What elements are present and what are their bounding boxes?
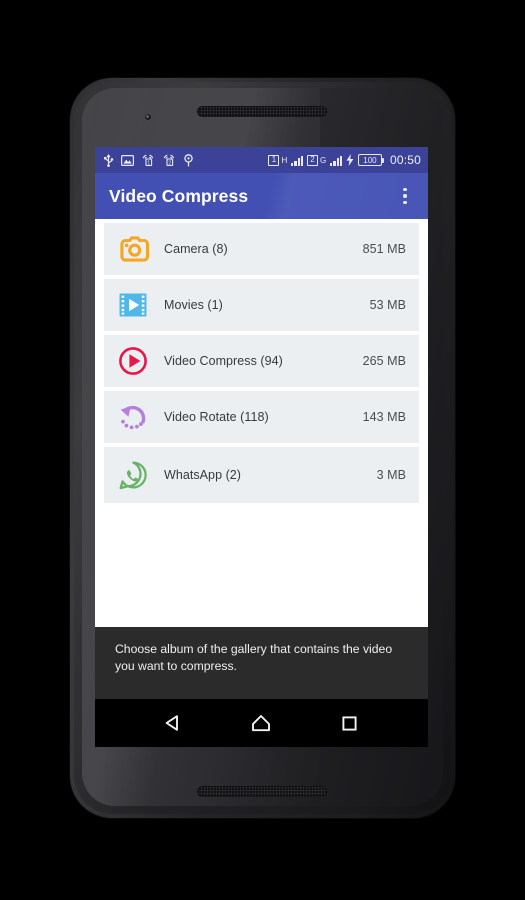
play-circle-icon xyxy=(111,339,155,383)
home-icon xyxy=(252,715,271,732)
recents-button[interactable] xyxy=(327,700,373,746)
hint-bar: Choose album of the gallery that contain… xyxy=(95,627,428,699)
status-bar-right-icons: 1 H 2 G 100 00:50 xyxy=(268,153,421,167)
album-list: Camera (8) 851 MB Movies (1) 53 MB Video… xyxy=(95,219,428,503)
whatsapp-icon xyxy=(111,453,155,497)
overflow-dot-icon xyxy=(403,194,407,198)
list-item[interactable]: Video Rotate (118) 143 MB xyxy=(104,391,419,447)
front-camera-icon xyxy=(144,113,152,121)
album-name: Video Rotate (118) xyxy=(164,410,269,424)
status-bar-clock: 00:50 xyxy=(389,153,421,167)
album-size: 265 MB xyxy=(362,354,406,368)
sim1-badge: 1 xyxy=(268,154,280,166)
hint-text: Choose album of the gallery that contain… xyxy=(115,642,393,674)
app-bar: Video Compress xyxy=(95,173,428,219)
list-item[interactable]: Video Compress (94) 265 MB xyxy=(104,335,419,391)
camera-icon xyxy=(111,227,155,271)
overflow-dot-icon xyxy=(403,187,407,192)
svg-text:2: 2 xyxy=(168,161,171,166)
album-size: 851 MB xyxy=(362,242,406,256)
sim2-signal-icon: 2 xyxy=(163,154,175,166)
list-item[interactable]: Camera (8) 851 MB xyxy=(104,223,419,279)
status-bar-left-icons: 1 2 xyxy=(103,153,194,167)
page-title: Video Compress xyxy=(109,185,249,206)
album-name: Movies (1) xyxy=(164,298,223,312)
back-button[interactable] xyxy=(150,700,196,746)
home-button[interactable] xyxy=(238,700,284,746)
battery-level-label: 100 xyxy=(363,155,377,165)
status-bar: 1 2 1 H 2 G 100 00:50 xyxy=(95,147,428,173)
overflow-menu-button[interactable] xyxy=(390,179,420,213)
bottom-speaker-grille xyxy=(197,786,327,797)
album-name: Camera (8) xyxy=(164,242,228,256)
location-icon xyxy=(184,153,193,166)
sim2-network-type: G xyxy=(319,156,327,165)
sim2-badge: 2 xyxy=(306,154,318,166)
sim2-signal-bars-icon xyxy=(330,155,342,166)
screenshot-icon xyxy=(121,154,134,166)
sim1-network-type: H xyxy=(281,156,288,165)
rotate-icon xyxy=(111,395,155,439)
square-icon xyxy=(342,715,357,731)
album-name: Video Compress (94) xyxy=(164,354,283,368)
earpiece-speaker-grille xyxy=(197,106,327,117)
album-name: WhatsApp (2) xyxy=(164,468,242,482)
album-size: 53 MB xyxy=(369,298,406,312)
film-play-icon xyxy=(111,283,155,327)
album-size: 3 MB xyxy=(376,468,406,482)
phone-screen: 1 2 1 H 2 G 100 00:50 Video Compress Cam… xyxy=(95,147,428,747)
sim1-signal-bars-icon xyxy=(291,155,303,166)
back-triangle-icon xyxy=(165,715,179,731)
list-item[interactable]: WhatsApp (2) 3 MB xyxy=(104,447,419,503)
album-size: 143 MB xyxy=(362,410,406,424)
charging-bolt-icon xyxy=(346,154,354,166)
battery-icon: 100 xyxy=(357,154,384,166)
overflow-dot-icon xyxy=(403,200,407,205)
navigation-bar xyxy=(95,699,428,747)
screenshot-root: 1 2 1 H 2 G 100 00:50 Video Compress Cam… xyxy=(0,0,525,900)
svg-text:1: 1 xyxy=(147,161,150,166)
usb-icon xyxy=(104,153,114,167)
sim1-signal-icon: 1 xyxy=(142,154,154,166)
list-item[interactable]: Movies (1) 53 MB xyxy=(104,279,419,335)
